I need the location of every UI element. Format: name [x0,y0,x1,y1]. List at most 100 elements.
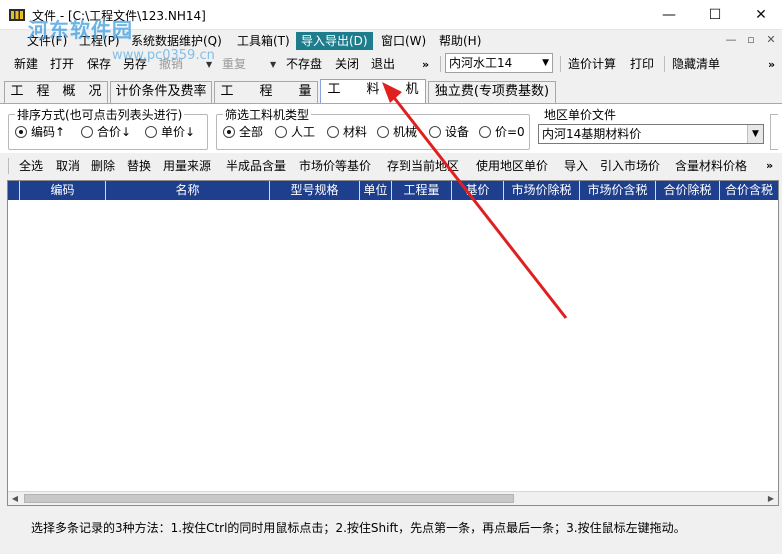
cost-calc-button[interactable]: 造价计算 [568,56,616,72]
mdi-restore-icon[interactable]: ▫ [744,34,758,48]
column-header-market-inc-tax[interactable]: 市场价含税 [580,181,656,200]
new-button[interactable]: 新建 [14,56,38,72]
toolbar-divider [440,56,441,72]
type-labor-radio[interactable]: 人工 [275,124,315,140]
tab-strip: 工 程 概 况 计价条件及费率 工 程 量 工 料 机 独立费(专项费基数) [0,79,782,103]
radio-checked-icon [15,126,27,138]
column-header-market-ex-tax[interactable]: 市场价除税 [504,181,580,200]
material-grid[interactable]: 编码 名称 型号规格 单位 工程量 基价 市场价除税 市场价含税 合价除税 合价… [7,180,779,506]
tab-quantities[interactable]: 工 程 量 [214,81,318,103]
hide-list-button[interactable]: 隐藏清单 [672,56,720,72]
radio-label: 全部 [239,125,264,139]
replace-button[interactable]: 替换 [127,158,151,174]
type-zero-price-radio[interactable]: 价=0 [479,124,525,140]
radio-label: 人工 [291,125,316,139]
exit-button[interactable]: 退出 [371,56,395,72]
menu-import-export[interactable]: 导入导出(D) [296,32,373,50]
sort-group: 排序方式(也可点击列表头进行) 编码↑ 合价↓ 单价↓ [8,106,208,150]
import-button[interactable]: 导入 [564,158,588,174]
horizontal-scrollbar[interactable]: ◀ ▶ [8,491,778,505]
action-divider [8,158,9,174]
sort-by-total-radio[interactable]: 合价↓ [81,124,131,140]
mdi-minimize-icon[interactable]: — [724,34,738,48]
radio-icon [479,126,491,138]
row-indicator-header [8,181,20,200]
material-action-bar: 全选 取消 删除 替换 用量来源 半成品含量 市场价等基价 存到当前地区 使用地… [0,153,782,179]
action-overflow-icon[interactable]: » [766,159,773,172]
type-filter-group: 筛选工料机类型 全部 人工 材料 机械 设备 价=0 [216,106,530,150]
maximize-button[interactable]: ☐ [692,0,738,30]
column-header-name[interactable]: 名称 [106,181,270,200]
use-region-price-button[interactable]: 使用地区单价 [476,158,548,174]
status-hint: 选择多条记录的3种方法：1.按住Ctrl的同时用鼠标点击；2.按住Shift，先… [31,521,686,535]
toolbar-right-overflow-icon[interactable]: » [768,58,775,71]
redo-dropdown-icon[interactable]: ▼ [270,60,276,69]
close-project-button[interactable]: 关闭 [335,56,359,72]
radio-label: 价=0 [495,125,525,139]
tab-independent-fees[interactable]: 独立费(专项费基数) [428,81,556,103]
column-header-base-price[interactable]: 基价 [452,181,504,200]
sort-by-code-radio[interactable]: 编码↑ [15,124,65,140]
print-button[interactable]: 打印 [630,56,654,72]
toolbar-overflow-icon[interactable]: » [422,58,429,71]
tab-project-overview[interactable]: 工 程 概 况 [4,81,108,103]
type-machinery-radio[interactable]: 机械 [377,124,417,140]
minimize-button[interactable]: — [646,0,692,30]
quota-library-value: 内河水工14 [449,56,513,70]
semi-product-content-button[interactable]: 半成品含量 [226,158,286,174]
quota-library-select[interactable]: 内河水工14 ▼ [445,53,553,73]
deselect-button[interactable]: 取消 [56,158,80,174]
menu-window[interactable]: 窗口(W) [376,32,431,50]
radio-checked-icon [223,126,235,138]
type-all-radio[interactable]: 全部 [223,124,263,140]
tab-pricing-conditions[interactable]: 计价条件及费率 [110,81,212,103]
region-price-value: 内河14基期材料价 [542,127,642,141]
column-header-quantity[interactable]: 工程量 [392,181,452,200]
redo-button[interactable]: 重复 [222,56,246,72]
column-header-unit[interactable]: 单位 [360,181,392,200]
radio-label: 单价↓ [161,125,196,139]
content-material-price-button[interactable]: 含量材料价格 [675,158,747,174]
radio-icon [429,126,441,138]
column-header-spec[interactable]: 型号规格 [270,181,360,200]
close-button[interactable]: ✕ [738,0,782,30]
menu-toolbox[interactable]: 工具箱(T) [232,32,295,50]
column-header-total-ex-tax[interactable]: 合价除税 [656,181,720,200]
menu-help[interactable]: 帮助(H) [434,32,486,50]
tab-labor-materials-machinery[interactable]: 工 料 机 [320,79,426,103]
radio-icon [327,126,339,138]
scroll-thumb[interactable] [24,494,514,503]
region-price-label: 地区单价文件 [542,106,619,123]
usage-source-button[interactable]: 用量来源 [163,158,211,174]
radio-label: 机械 [393,125,418,139]
type-equipment-radio[interactable]: 设备 [429,124,469,140]
import-market-price-button[interactable]: 引入市场价 [600,158,660,174]
radio-label: 设备 [445,125,470,139]
radio-label: 材料 [343,125,368,139]
column-header-total-inc-tax[interactable]: 合价含税 [720,181,778,200]
select-all-button[interactable]: 全选 [19,158,43,174]
type-material-radio[interactable]: 材料 [327,124,367,140]
toolbar-divider [560,56,561,72]
delete-button[interactable]: 删除 [91,158,115,174]
column-header-code[interactable]: 编码 [20,181,106,200]
sort-by-unit-price-radio[interactable]: 单价↓ [145,124,195,140]
save-to-region-button[interactable]: 存到当前地区 [387,158,459,174]
sort-group-label: 排序方式(也可点击列表头进行) [15,106,185,123]
region-price-select[interactable]: 内河14基期材料价 ▼ [538,124,764,144]
chevron-down-icon: ▼ [542,58,549,68]
mdi-close-icon[interactable]: ✕ [764,34,778,48]
panel-edge [770,114,778,150]
scroll-left-icon[interactable]: ◀ [8,492,22,505]
radio-icon [81,126,93,138]
filter-panel: 排序方式(也可点击列表头进行) 编码↑ 合价↓ 单价↓ 筛选工料机类型 全部 人… [0,103,782,153]
status-bar: 选择多条记录的3种方法：1.按住Ctrl的同时用鼠标点击；2.按住Shift，先… [7,507,779,547]
no-save-button[interactable]: 不存盘 [286,56,322,72]
type-filter-label: 筛选工料机类型 [223,106,312,123]
radio-icon [145,126,157,138]
save-button[interactable]: 保存 [87,56,111,72]
scroll-right-icon[interactable]: ▶ [764,492,778,505]
radio-label: 合价↓ [97,125,132,139]
market-price-equals-base-button[interactable]: 市场价等基价 [299,158,371,174]
open-button[interactable]: 打开 [50,56,74,72]
